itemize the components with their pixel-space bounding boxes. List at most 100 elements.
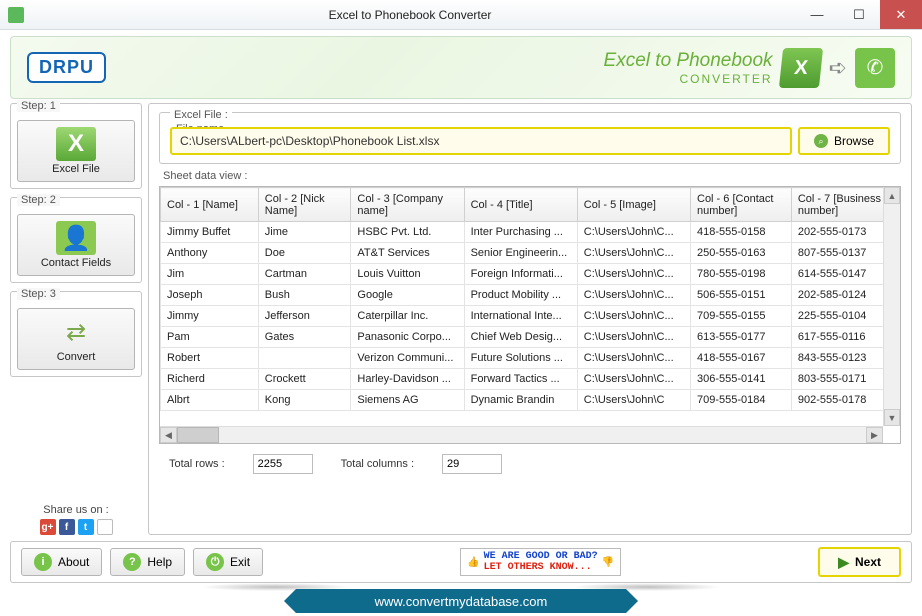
exit-button[interactable]: ⏻ Exit <box>193 548 263 576</box>
total-rows-label: Total rows : <box>169 458 225 470</box>
steps-sidebar: Step: 1 X Excel File Step: 2 👤 Contact F… <box>10 103 142 535</box>
help-label: Help <box>147 555 172 569</box>
table-cell: Verizon Communi... <box>351 348 464 369</box>
browse-icon: ⌕ <box>814 134 828 148</box>
table-cell: Kong <box>258 390 351 411</box>
table-cell: Cartman <box>258 264 351 285</box>
maximize-button[interactable]: ☐ <box>838 0 880 29</box>
table-cell: 613-555-0177 <box>691 327 792 348</box>
total-rows-value[interactable] <box>253 454 313 474</box>
browse-button[interactable]: ⌕ Browse <box>798 127 890 155</box>
about-button[interactable]: iAbout <box>21 548 102 576</box>
excel-file-group: Excel File : File name ⌕ Browse <box>159 112 901 164</box>
next-button[interactable]: ▶ Next <box>818 547 901 577</box>
phonebook-icon: ✆ <box>855 48 895 88</box>
titlebar: Excel to Phonebook Converter — ☐ ✕ <box>0 0 922 30</box>
help-icon: ? <box>123 553 141 571</box>
scroll-left-icon[interactable]: ◀ <box>160 427 177 443</box>
column-header[interactable]: Col - 5 [Image] <box>577 188 690 222</box>
column-header[interactable]: Col - 2 [Nick Name] <box>258 188 351 222</box>
table-cell: C:\Users\John\C... <box>577 369 690 390</box>
facebook-icon[interactable]: f <box>59 519 75 535</box>
step-3-label: Convert <box>57 351 96 363</box>
table-cell: Jimmy Buffet <box>161 222 259 243</box>
bottom-toolbar: iAbout ? Help ⏻ Exit 👍 WE ARE GOOD OR BAD?… <box>10 541 912 583</box>
footer-ribbon: www.convertmydatabase.com <box>0 589 922 616</box>
column-header[interactable]: Col - 1 [Name] <box>161 188 259 222</box>
table-cell: Senior Engineerin... <box>464 243 577 264</box>
table-row[interactable]: PamGatesPanasonic Corpo...Chief Web Desi… <box>161 327 900 348</box>
feedback-line2: LET OTHERS KNOW... <box>484 562 598 573</box>
horizontal-scrollbar[interactable]: ◀ ▶ <box>160 426 883 443</box>
table-cell: 709-555-0155 <box>691 306 792 327</box>
google-plus-icon[interactable]: g+ <box>40 519 56 535</box>
app-icon <box>8 7 24 23</box>
step-convert-button[interactable]: ⇄ Convert <box>17 308 135 370</box>
total-cols-value[interactable] <box>442 454 502 474</box>
contact-fields-icon: 👤 <box>56 221 96 255</box>
step-2-group: Step: 2 👤 Contact Fields <box>10 197 142 283</box>
scroll-up-icon[interactable]: ▲ <box>884 187 900 204</box>
digg-icon[interactable]: d <box>97 519 113 535</box>
feedback-banner[interactable]: 👍 WE ARE GOOD OR BAD? LET OTHERS KNOW...… <box>460 548 621 576</box>
scroll-down-icon[interactable]: ▼ <box>884 409 900 426</box>
close-button[interactable]: ✕ <box>880 0 922 29</box>
column-header[interactable]: Col - 6 [Contact number] <box>691 188 792 222</box>
table-cell: Dynamic Brandin <box>464 390 577 411</box>
table-cell: Jim <box>161 264 259 285</box>
twitter-icon[interactable]: t <box>78 519 94 535</box>
feedback-line1: WE ARE GOOD OR BAD? <box>484 551 598 562</box>
table-row[interactable]: JimCartmanLouis VuittonForeign Informati… <box>161 264 900 285</box>
table-row[interactable]: RicherdCrockettHarley-Davidson ...Forwar… <box>161 369 900 390</box>
banner-subtitle: CONVERTER <box>604 72 773 86</box>
step-excel-file-button[interactable]: X Excel File <box>17 120 135 182</box>
table-cell: Siemens AG <box>351 390 464 411</box>
column-header[interactable]: Col - 3 [Company name] <box>351 188 464 222</box>
table-cell: Jime <box>258 222 351 243</box>
table-cell: C:\Users\John\C <box>577 390 690 411</box>
table-cell: Inter Purchasing ... <box>464 222 577 243</box>
thumbs-icon: 👍 <box>467 557 479 568</box>
table-row[interactable]: AlbrtKongSiemens AGDynamic BrandinC:\Use… <box>161 390 900 411</box>
table-cell: 250-555-0163 <box>691 243 792 264</box>
table-cell: C:\Users\John\C... <box>577 348 690 369</box>
minimize-button[interactable]: — <box>796 0 838 29</box>
step-contact-fields-button[interactable]: 👤 Contact Fields <box>17 214 135 276</box>
table-cell: Gates <box>258 327 351 348</box>
help-button[interactable]: ? Help <box>110 548 185 576</box>
table-cell: Google <box>351 285 464 306</box>
table-cell: Robert <box>161 348 259 369</box>
column-header[interactable]: Col - 4 [Title] <box>464 188 577 222</box>
step-1-group: Step: 1 X Excel File <box>10 103 142 189</box>
table-cell: Louis Vuitton <box>351 264 464 285</box>
table-cell: Doe <box>258 243 351 264</box>
table-row[interactable]: Jimmy BuffetJimeHSBC Pvt. Ltd.Inter Purc… <box>161 222 900 243</box>
next-label: Next <box>855 555 881 569</box>
exit-label: Exit <box>230 555 250 569</box>
table-cell: AT&T Services <box>351 243 464 264</box>
table-row[interactable]: JosephBushGoogleProduct Mobility ...C:\U… <box>161 285 900 306</box>
footer-url[interactable]: www.convertmydatabase.com <box>296 589 626 613</box>
table-row[interactable]: AnthonyDoeAT&T ServicesSenior Engineerin… <box>161 243 900 264</box>
browse-label: Browse <box>834 134 874 148</box>
step-1-legend: Step: 1 <box>17 100 60 112</box>
table-cell: C:\Users\John\C... <box>577 285 690 306</box>
table-cell: Foreign Informati... <box>464 264 577 285</box>
scroll-right-icon[interactable]: ▶ <box>866 427 883 443</box>
power-icon: ⏻ <box>206 553 224 571</box>
table-cell: C:\Users\John\C... <box>577 222 690 243</box>
step-1-label: Excel File <box>52 163 100 175</box>
table-cell: HSBC Pvt. Ltd. <box>351 222 464 243</box>
table-row[interactable]: Robert Verizon Communi...Future Solutions… <box>161 348 900 369</box>
table-cell: Anthony <box>161 243 259 264</box>
next-arrow-icon: ▶ <box>838 554 849 571</box>
scroll-thumb[interactable] <box>177 427 219 443</box>
excel-file-icon: X <box>56 127 96 161</box>
table-cell: Pam <box>161 327 259 348</box>
vertical-scrollbar[interactable]: ▲ ▼ <box>883 187 900 426</box>
file-path-input[interactable] <box>170 127 792 155</box>
table-cell: 306-555-0141 <box>691 369 792 390</box>
table-cell: 418-555-0158 <box>691 222 792 243</box>
table-cell: Future Solutions ... <box>464 348 577 369</box>
table-row[interactable]: JimmyJeffersonCaterpillar Inc.Internatio… <box>161 306 900 327</box>
